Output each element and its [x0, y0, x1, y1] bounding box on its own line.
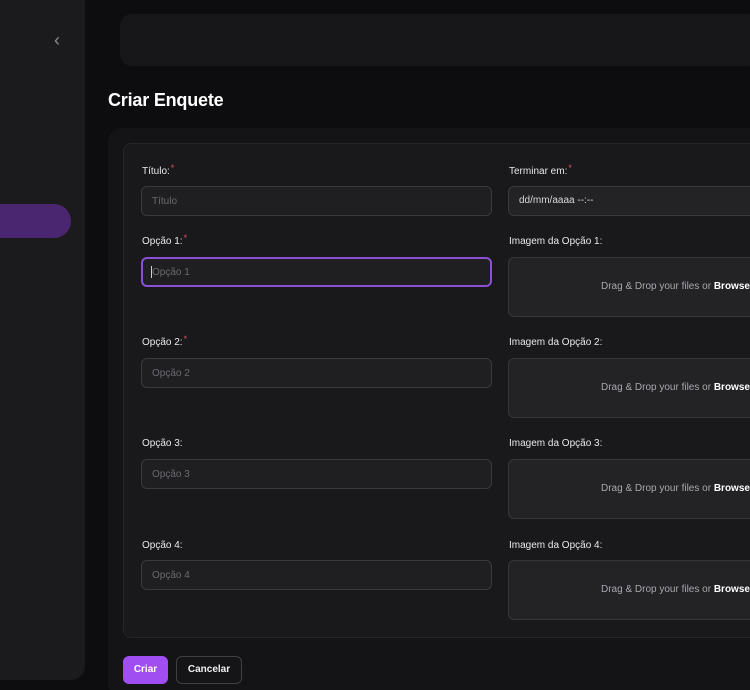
text-caret — [151, 266, 152, 278]
title-input[interactable] — [141, 186, 492, 216]
option-4-label: Opção 4: — [142, 540, 183, 551]
option-1-label: Opção 1:* — [142, 233, 188, 247]
end-date-input[interactable]: dd/mm/aaaa --:-- — [508, 186, 750, 216]
option-4-image-label: Imagem da Opção 4: — [509, 540, 603, 551]
end-date-label-text: Terminar em: — [509, 166, 568, 177]
end-date-label: Terminar em:* — [509, 163, 572, 177]
dropzone-text: Drag & Drop your files or — [601, 281, 714, 292]
page-title: Criar Enquete — [108, 90, 224, 110]
option-2-label-text: Opção 2: — [142, 337, 183, 348]
browse-link[interactable]: Browse — [714, 281, 750, 292]
sidebar: ‹ — [0, 0, 85, 680]
required-mark: * — [170, 163, 175, 173]
option-2-image-dropzone[interactable]: Drag & Drop your files or Browse — [508, 358, 750, 418]
option-1-image-label: Imagem da Opção 1: — [509, 236, 603, 247]
sidebar-active-item[interactable] — [0, 204, 71, 238]
title-label-text: Título: — [142, 166, 170, 177]
option-2-label: Opção 2:* — [142, 334, 188, 348]
required-mark: * — [183, 233, 188, 243]
option-1-input[interactable] — [141, 257, 492, 287]
dropzone-text: Drag & Drop your files or — [601, 483, 714, 494]
dropzone-text: Drag & Drop your files or — [601, 584, 714, 595]
option-3-label: Opção 3: — [142, 438, 183, 449]
option-4-image-dropzone[interactable]: Drag & Drop your files or Browse — [508, 560, 750, 620]
browse-link[interactable]: Browse — [714, 382, 750, 393]
submit-button[interactable]: Criar — [123, 656, 168, 684]
chevron-left-icon[interactable]: ‹ — [48, 30, 66, 50]
browse-link[interactable]: Browse — [714, 483, 750, 494]
cancel-button[interactable]: Cancelar — [176, 656, 242, 684]
top-bar — [120, 14, 750, 66]
option-1-image-dropzone[interactable]: Drag & Drop your files or Browse — [508, 257, 750, 317]
option-2-input[interactable] — [141, 358, 492, 388]
dropzone-text: Drag & Drop your files or — [601, 382, 714, 393]
option-4-input[interactable] — [141, 560, 492, 590]
option-3-image-dropzone[interactable]: Drag & Drop your files or Browse — [508, 459, 750, 519]
option-1-label-text: Opção 1: — [142, 236, 183, 247]
browse-link[interactable]: Browse — [714, 584, 750, 595]
option-3-input[interactable] — [141, 459, 492, 489]
option-3-image-label: Imagem da Opção 3: — [509, 438, 603, 449]
required-mark: * — [183, 334, 188, 344]
title-label: Título:* — [142, 163, 175, 177]
required-mark: * — [568, 163, 572, 173]
option-2-image-label: Imagem da Opção 2: — [509, 337, 603, 348]
